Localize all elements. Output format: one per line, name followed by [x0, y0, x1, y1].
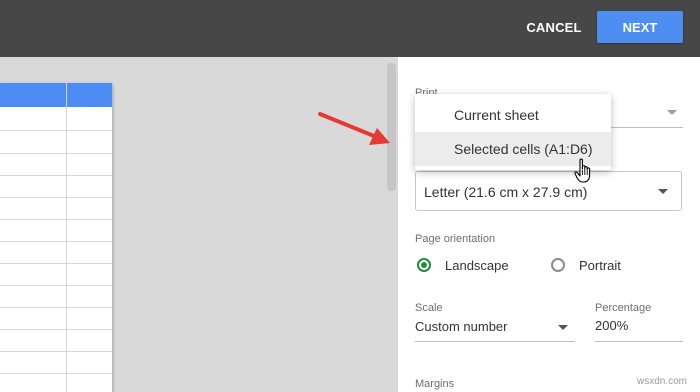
sheet-row-divider: [0, 307, 112, 308]
hand-cursor-icon: [574, 158, 591, 183]
cancel-button[interactable]: CANCEL: [522, 12, 586, 42]
portrait-label[interactable]: Portrait: [579, 258, 621, 273]
sheet-row-divider: [0, 197, 112, 198]
annotation-arrow-icon: [318, 112, 390, 145]
landscape-radio[interactable]: [417, 258, 431, 272]
landscape-label[interactable]: Landscape: [445, 258, 509, 273]
sheet-row-divider: [0, 329, 112, 330]
menu-item-current-sheet[interactable]: Current sheet: [415, 98, 611, 132]
next-button[interactable]: NEXT: [597, 11, 683, 43]
margins-label: Margins: [415, 378, 455, 390]
sheet-row-divider: [0, 263, 112, 264]
scale-select-underline: [415, 341, 575, 342]
sheet-row-divider: [0, 241, 112, 242]
sheet-row-divider: [0, 130, 112, 131]
sheet-header-row: [0, 83, 112, 107]
chevron-down-icon: [558, 325, 568, 330]
portrait-radio[interactable]: [551, 258, 565, 272]
paper-size-value: Letter (21.6 cm x 27.9 cm): [424, 184, 588, 200]
scale-value: Custom number: [415, 319, 508, 334]
print-select-caret-icon[interactable]: [667, 110, 677, 115]
paper-size-select[interactable]: Letter (21.6 cm x 27.9 cm): [415, 171, 682, 211]
page-orientation-label: Page orientation: [415, 233, 496, 245]
preview-sheet: [0, 83, 112, 392]
scale-select[interactable]: Custom number: [415, 319, 575, 341]
percentage-label: Percentage: [595, 302, 652, 314]
chevron-down-icon: [658, 189, 668, 194]
watermark: wsxdn.com: [637, 376, 688, 387]
sheet-row-divider: [0, 153, 112, 154]
percentage-input[interactable]: 200%: [595, 318, 628, 333]
top-bar: CANCEL NEXT: [0, 0, 700, 57]
sheet-row-divider: [0, 175, 112, 176]
percentage-input-underline: [595, 341, 683, 342]
sheet-row-divider: [0, 373, 112, 374]
sheet-row-divider: [0, 285, 112, 286]
menu-item-label: Selected cells (A1:D6): [454, 141, 593, 157]
menu-item-label: Current sheet: [454, 107, 539, 123]
scale-label: Scale: [415, 302, 443, 314]
sheet-row-divider: [0, 351, 112, 352]
print-select-underline: [611, 127, 683, 128]
sheet-row-divider: [0, 219, 112, 220]
